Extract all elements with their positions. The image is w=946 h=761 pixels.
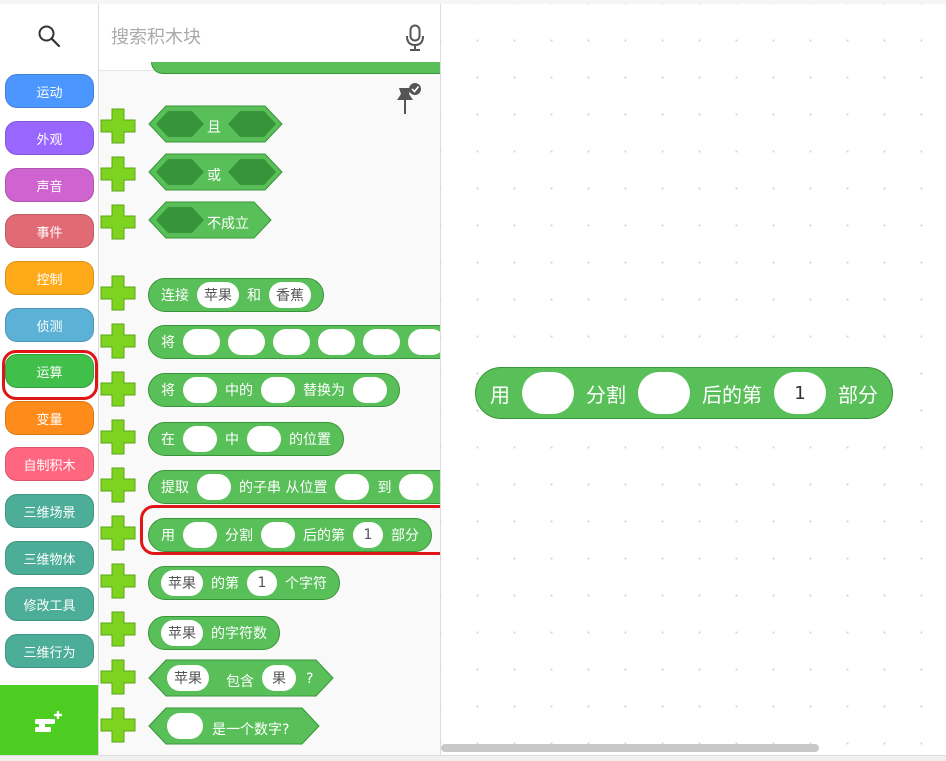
replace-label-1: 将 bbox=[161, 383, 175, 399]
block-palette: 且 或 不成立 连接 苹果 和 香蕉 将 将 中的 替换为 在 bbox=[99, 4, 441, 755]
partial-block bbox=[151, 62, 440, 74]
contains-arg-1[interactable]: 苹果 bbox=[167, 665, 209, 691]
replace-slot-1[interactable] bbox=[183, 377, 217, 403]
add-extension-button[interactable] bbox=[0, 685, 98, 760]
substring-slot-3[interactable] bbox=[399, 474, 434, 500]
substring-label-1: 提取 bbox=[161, 480, 189, 496]
substring-label-2: 的子串 从位置 bbox=[239, 480, 328, 496]
multi-slot[interactable] bbox=[228, 329, 265, 355]
add-block-plus-icon[interactable] bbox=[99, 203, 137, 241]
category-1[interactable]: 运动 bbox=[5, 74, 94, 108]
letter-of-number[interactable]: 1 bbox=[247, 570, 277, 596]
ws-split-slot-2[interactable] bbox=[638, 372, 690, 414]
block-search-bar bbox=[99, 4, 440, 71]
multi-slot[interactable] bbox=[273, 329, 310, 355]
add-block-plus-icon[interactable] bbox=[99, 562, 137, 600]
multi-join-block[interactable]: 将 bbox=[148, 325, 440, 359]
ws-split-number-slot[interactable]: 1 bbox=[774, 372, 826, 414]
position-slot-2[interactable] bbox=[247, 426, 281, 452]
replace-label-3: 替换为 bbox=[303, 383, 345, 399]
length-block[interactable]: 苹果 的字符数 bbox=[148, 616, 280, 650]
search-icon bbox=[38, 25, 61, 48]
category-10[interactable]: 三维场景 bbox=[5, 494, 94, 528]
letter-of-block[interactable]: 苹果 的第 1 个字符 bbox=[148, 566, 340, 600]
position-label-1: 在 bbox=[161, 432, 175, 448]
replace-block[interactable]: 将 中的 替换为 bbox=[148, 373, 400, 407]
category-11[interactable]: 三维物体 bbox=[5, 541, 94, 575]
letter-of-label-1: 的第 bbox=[211, 576, 239, 592]
category-9[interactable]: 自制积木 bbox=[5, 447, 94, 481]
position-label-3: 的位置 bbox=[289, 432, 331, 448]
and-label: 且 bbox=[207, 120, 221, 136]
add-block-plus-icon[interactable] bbox=[99, 418, 137, 456]
workspace-horizontal-scrollbar[interactable] bbox=[441, 744, 819, 752]
category-8[interactable]: 变量 bbox=[5, 401, 94, 435]
letter-of-label-2: 个字符 bbox=[285, 576, 327, 592]
ws-split-label-1: 用 bbox=[490, 382, 510, 407]
replace-slot-2[interactable] bbox=[261, 377, 295, 403]
join-block[interactable]: 连接 苹果 和 香蕉 bbox=[148, 278, 324, 312]
multi-slot[interactable] bbox=[363, 329, 400, 355]
block-search-input[interactable] bbox=[109, 20, 393, 54]
contains-arg-2[interactable]: 果 bbox=[262, 665, 296, 691]
search-button[interactable] bbox=[0, 4, 98, 68]
ws-split-label-4: 部分 bbox=[838, 382, 878, 407]
multi-slot[interactable] bbox=[183, 329, 220, 355]
ws-split-label-2: 分割 bbox=[586, 382, 626, 407]
category-sidebar: 运动 外观 声音 事件 控制 侦测 运算 变量 自制积木 三维场景 三维物体 修改工具 三维行为 bbox=[0, 4, 99, 760]
join-arg-2[interactable]: 香蕉 bbox=[269, 282, 311, 308]
replace-slot-3[interactable] bbox=[353, 377, 387, 403]
workspace-split-block[interactable]: 用 分割 后的第 1 部分 bbox=[475, 367, 893, 419]
add-extension-icon bbox=[35, 710, 62, 732]
multi-slot[interactable] bbox=[408, 329, 440, 355]
multi-slot[interactable] bbox=[318, 329, 355, 355]
replace-label-2: 中的 bbox=[225, 383, 253, 399]
bottom-border bbox=[0, 755, 946, 761]
or-label: 或 bbox=[207, 168, 221, 184]
category-5[interactable]: 控制 bbox=[5, 261, 94, 295]
category-3[interactable]: 声音 bbox=[5, 168, 94, 202]
add-block-plus-icon[interactable] bbox=[99, 107, 137, 145]
add-block-plus-icon[interactable] bbox=[99, 322, 137, 360]
add-block-plus-icon[interactable] bbox=[99, 706, 137, 744]
category-12[interactable]: 修改工具 bbox=[5, 587, 94, 621]
is-number-arg[interactable] bbox=[167, 713, 203, 739]
category-6[interactable]: 侦测 bbox=[5, 308, 94, 342]
substring-slot-1[interactable] bbox=[197, 474, 231, 500]
substring-slot-2[interactable] bbox=[335, 474, 370, 500]
substring-label-3: 到 bbox=[377, 480, 392, 496]
add-block-plus-icon[interactable] bbox=[99, 514, 137, 552]
contains-question-mark: ? bbox=[306, 671, 314, 687]
join-arg-1[interactable]: 苹果 bbox=[197, 282, 239, 308]
length-label: 的字符数 bbox=[211, 626, 267, 642]
length-arg[interactable]: 苹果 bbox=[161, 620, 203, 646]
substring-block[interactable]: 提取 的子串 从位置 到 bbox=[148, 470, 440, 504]
category-13[interactable]: 三维行为 bbox=[5, 634, 94, 668]
category-4[interactable]: 事件 bbox=[5, 214, 94, 248]
position-block[interactable]: 在 中 的位置 bbox=[148, 422, 344, 456]
is-number-label: 是一个数字? bbox=[212, 722, 290, 738]
category-2[interactable]: 外观 bbox=[5, 121, 94, 155]
add-block-plus-icon[interactable] bbox=[99, 370, 137, 408]
contains-label: 包含 bbox=[226, 674, 254, 690]
add-block-plus-icon[interactable] bbox=[99, 274, 137, 312]
add-block-plus-icon[interactable] bbox=[99, 658, 137, 696]
position-slot-1[interactable] bbox=[183, 426, 217, 452]
microphone-icon[interactable] bbox=[404, 24, 426, 52]
add-block-plus-icon[interactable] bbox=[99, 155, 137, 193]
pin-icon[interactable] bbox=[395, 82, 423, 118]
split-block-highlight bbox=[140, 505, 440, 555]
selected-category-highlight bbox=[2, 350, 98, 400]
join-label-1: 连接 bbox=[161, 288, 189, 304]
not-label: 不成立 bbox=[207, 216, 249, 232]
add-block-plus-icon[interactable] bbox=[99, 466, 137, 504]
ws-split-slot-1[interactable] bbox=[522, 372, 574, 414]
letter-of-arg[interactable]: 苹果 bbox=[161, 570, 203, 596]
multi-join-label: 将 bbox=[161, 335, 175, 351]
ws-split-label-3: 后的第 bbox=[702, 382, 762, 407]
add-block-plus-icon[interactable] bbox=[99, 610, 137, 648]
position-label-2: 中 bbox=[225, 432, 239, 448]
join-label-2: 和 bbox=[247, 288, 261, 304]
